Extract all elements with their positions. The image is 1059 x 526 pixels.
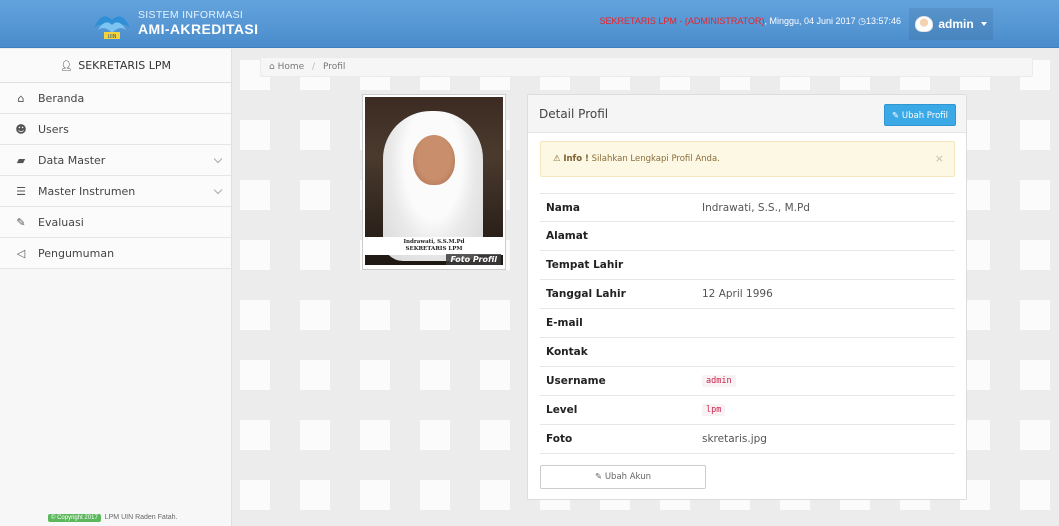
row-key: Tempat Lahir [546,259,624,271]
breadcrumb-home-link[interactable]: Home [278,62,305,72]
table-row: Username admin [540,367,955,396]
edit-profile-button[interactable]: ✎ Ubah Profil [884,104,956,126]
caret-down-icon [980,22,987,26]
status-time: 13:57:46 [865,16,901,26]
profile-table: Nama Indrawati, S.S., M.Pd Alamat Tempat… [540,193,955,454]
clock-icon: ◷ [858,16,866,26]
breadcrumb-separator: / [312,62,316,72]
brand-subtitle: SISTEM INFORMASI [138,9,244,21]
photo-caption-name: Indrawati, S.S.M.Pd [403,239,465,245]
table-row: Alamat [540,222,955,251]
uin-logo-icon: UIN [94,16,130,40]
sidebar-item-data-master[interactable]: ▰ Data Master [0,145,231,176]
panel-heading: Detail Profil ✎ Ubah Profil [528,95,966,133]
profile-detail-panel: Detail Profil ✎ Ubah Profil ⚠ Info ! Sil… [527,94,967,500]
users-icon: ☻ [15,122,27,136]
edit-icon: ✎ [16,215,26,229]
sidebar: 👤︎ SEKRETARIS LPM ⌂ Beranda ☻ Users ▰ Da… [0,49,232,526]
breadcrumb-current: Profil [322,62,346,72]
profile-photo-image: Indrawati, S.S.M.Pd SEKRETARIS LPM [365,97,503,265]
chevron-down-icon [213,185,223,195]
row-value: skretaris.jpg [702,433,767,445]
edit-profile-label: Ubah Profil [901,111,948,121]
edit-account-button[interactable]: ✎ Ubah Akun [540,465,706,489]
top-navbar: UIN SISTEM INFORMASI AMI-AKREDITASI SEKR… [0,0,1059,48]
sidebar-item-evaluasi[interactable]: ✎ Evaluasi [0,207,231,238]
sidebar-item-master-instrumen[interactable]: ☰ Master Instrumen [0,176,231,207]
sidebar-item-label: Master Instrumen [38,184,136,198]
user-name: admin [938,17,974,31]
table-row: Nama Indrawati, S.S., M.Pd [540,193,955,222]
chevron-down-icon [213,154,223,164]
close-icon[interactable]: × [935,142,944,176]
profile-photo: Indrawati, S.S.M.Pd SEKRETARIS LPM Foto … [362,94,506,270]
table-row: Tanggal Lahir 12 April 1996 [540,280,955,309]
sidebar-item-pengumuman[interactable]: ◁ Pengumuman [0,238,231,269]
row-value: 12 April 1996 [702,288,773,300]
table-row: E-mail [540,309,955,338]
row-key: Foto [546,433,573,445]
sidebar-item-label: Evaluasi [38,215,84,229]
edit-icon: ✎ [595,472,603,482]
photo-label: Foto Profil [446,254,501,265]
table-row: Foto skretaris.jpg [540,425,955,454]
edit-icon: ✎ [892,111,900,121]
photo-caption: Indrawati, S.S.M.Pd SEKRETARIS LPM [365,237,503,255]
panel-title: Detail Profil [539,107,609,121]
sidebar-item-label: Users [38,122,69,136]
table-row: Tempat Lahir [540,251,955,280]
breadcrumb: ⌂ Home / Profil [260,57,1033,77]
sidebar-item-users[interactable]: ☻ Users [0,114,231,145]
bullhorn-icon: ◁ [16,246,26,260]
row-value: lpm [702,404,726,416]
row-value: Indrawati, S.S., M.Pd [702,201,810,214]
home-icon: ⌂ [269,62,275,72]
footer-text: LPM UIN Raden Fatah. [104,514,178,521]
row-key: E-mail [546,317,583,329]
alert-title: Info ! [563,154,589,164]
info-alert: ⚠ Info ! Silahkan Lengkapi Profil Anda. … [540,141,955,177]
row-key: Alamat [546,230,588,242]
role-text: SEKRETARIS LPM - (ADMINISTRATOR) [599,16,765,26]
avatar [915,16,934,32]
photo-caption-title: SEKRETARIS LPM [405,246,463,252]
brand-title: AMI-AKREDITASI [138,21,259,37]
sidebar-header: 👤︎ SEKRETARIS LPM [0,49,231,83]
alert-message: Silahkan Lengkapi Profil Anda. [591,154,720,164]
table-row: Kontak [540,338,955,367]
status-date: Minggu, 04 Juni 2017 [769,16,856,26]
photo-subject-face [413,135,455,185]
row-key: Kontak [546,346,588,358]
folder-open-icon: ▰ [16,153,26,167]
table-row: Level lpm [540,396,955,425]
sidebar-item-label: Beranda [38,91,85,105]
sidebar-header-label: SEKRETARIS LPM [78,59,171,72]
sidebar-item-label: Pengumuman [38,246,115,260]
edit-account-label: Ubah Akun [604,472,651,482]
row-key: Username [546,375,606,387]
brand[interactable]: UIN SISTEM INFORMASI AMI-AKREDITASI [92,8,258,40]
footer: © Copyright 2017 LPM UIN Raden Fatah. [48,514,178,522]
warning-icon: ⚠ [553,154,561,164]
row-value: admin [702,375,736,387]
user-icon: 👤︎ [60,61,73,72]
svg-text:UIN: UIN [108,34,117,40]
sidebar-item-label: Data Master [38,153,106,167]
row-key: Level [546,404,578,416]
copyright-badge: © Copyright 2017 [48,514,101,522]
row-key: Nama [546,201,580,214]
user-menu-dropdown[interactable]: admin [909,8,993,40]
sidebar-item-beranda[interactable]: ⌂ Beranda [0,83,231,114]
list-icon: ☰ [16,184,26,198]
home-icon: ⌂ [17,91,25,105]
row-key: Tanggal Lahir [546,288,626,300]
session-status: SEKRETARIS LPM - (ADMINISTRATOR), Minggu… [599,16,901,27]
